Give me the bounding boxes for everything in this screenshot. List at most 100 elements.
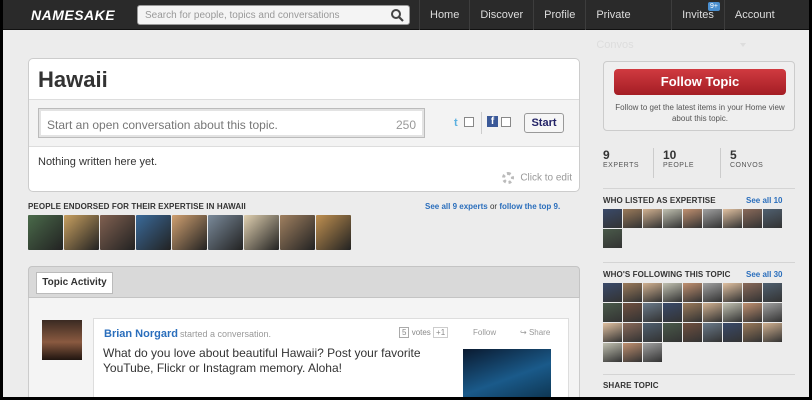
namesake-logo[interactable]: NAMESAKE — [31, 7, 115, 23]
conversation-input[interactable]: Start an open conversation about this to… — [38, 108, 425, 138]
follow-top-link[interactable]: follow the top 9. — [499, 202, 560, 211]
divider — [653, 148, 654, 178]
media-thumbnail[interactable] — [463, 349, 551, 397]
avatar[interactable] — [623, 343, 642, 362]
follow-conversation-button[interactable]: Follow — [473, 328, 496, 337]
share-label: Share — [528, 328, 551, 337]
nav-discover[interactable]: Discover — [469, 0, 533, 30]
avatar[interactable] — [643, 303, 662, 322]
avatar[interactable] — [723, 283, 742, 302]
avatar[interactable] — [643, 209, 662, 228]
avatar[interactable] — [100, 215, 135, 250]
avatar[interactable] — [723, 323, 742, 342]
avatar[interactable] — [763, 323, 782, 342]
avatar[interactable] — [743, 303, 762, 322]
author-link[interactable]: Brian Norgard — [104, 328, 178, 340]
avatar[interactable] — [763, 303, 782, 322]
experts-avatar-row — [28, 215, 351, 250]
start-button[interactable]: Start — [524, 113, 564, 133]
avatar[interactable] — [643, 343, 662, 362]
search-icon[interactable] — [390, 8, 404, 22]
stat-experts-label: EXPERTS — [603, 162, 640, 169]
votes-widget[interactable]: 5 votes +1 — [399, 327, 449, 338]
search-placeholder: Search for people, topics and conversati… — [145, 10, 340, 21]
avatar[interactable] — [683, 283, 702, 302]
avatar[interactable] — [172, 215, 207, 250]
app-window: NAMESAKE Search for people, topics and c… — [3, 0, 809, 397]
avatar[interactable] — [244, 215, 279, 250]
avatar[interactable] — [763, 283, 782, 302]
avatar[interactable] — [683, 323, 702, 342]
experts-heading: PEOPLE ENDORSED FOR THEIR EXPERTISE IN H… — [28, 202, 246, 211]
avatar[interactable] — [603, 283, 622, 302]
avatar[interactable] — [743, 323, 762, 342]
nav-home[interactable]: Home — [419, 0, 469, 30]
avatar[interactable] — [763, 209, 782, 228]
twitter-share-checkbox[interactable] — [464, 117, 474, 127]
share-button[interactable]: ↪ Share — [520, 328, 550, 337]
avatar[interactable] — [208, 215, 243, 250]
avatar[interactable] — [743, 283, 762, 302]
or-text: or — [489, 202, 498, 211]
nav-profile[interactable]: Profile — [533, 0, 585, 30]
nav-account-label: Account — [734, 9, 775, 21]
follow-note: Follow to get the latest items in your H… — [615, 103, 785, 123]
stat-people[interactable]: 10 PEOPLE — [663, 148, 694, 178]
activity-feed: Brian Norgard started a conversation. 5 … — [28, 298, 580, 397]
avatar[interactable] — [603, 303, 622, 322]
avatar[interactable] — [64, 215, 99, 250]
follow-topic-button[interactable]: Follow Topic — [614, 69, 786, 95]
avatar[interactable] — [603, 343, 622, 362]
avatar[interactable] — [703, 283, 722, 302]
avatar[interactable] — [663, 323, 682, 342]
conversation-message: What do you love about beautiful Hawaii?… — [103, 346, 421, 375]
avatar[interactable] — [703, 303, 722, 322]
avatar[interactable] — [663, 209, 682, 228]
avatar[interactable] — [703, 209, 722, 228]
avatar[interactable] — [603, 229, 622, 248]
avatar[interactable] — [683, 303, 702, 322]
nav-private-convos[interactable]: Private Convos — [585, 0, 671, 51]
avatar[interactable] — [643, 283, 662, 302]
avatar[interactable] — [723, 303, 742, 322]
search-input[interactable]: Search for people, topics and conversati… — [137, 5, 410, 25]
avatar[interactable] — [723, 209, 742, 228]
twitter-icon: t — [454, 117, 458, 129]
expertise-see-all-link[interactable]: See all 10 — [746, 196, 782, 205]
avatar[interactable] — [280, 215, 315, 250]
vote-plus-button[interactable]: +1 — [433, 327, 449, 338]
avatar[interactable] — [663, 283, 682, 302]
topic-card: Hawaii Start an open conversation about … — [28, 58, 580, 192]
avatar[interactable] — [743, 209, 762, 228]
nav-account[interactable]: Account — [723, 0, 809, 48]
following-see-all-link[interactable]: See all 30 — [746, 270, 782, 279]
avatar[interactable] — [643, 323, 662, 342]
avatar[interactable] — [623, 323, 642, 342]
avatar[interactable] — [623, 303, 642, 322]
avatar[interactable] — [136, 215, 171, 250]
avatar[interactable] — [683, 209, 702, 228]
avatar[interactable] — [623, 283, 642, 302]
edit-link-label: Click to edit — [520, 172, 572, 184]
avatar[interactable] — [603, 209, 622, 228]
divider — [603, 188, 795, 189]
avatar[interactable] — [623, 209, 642, 228]
action-text: started a conversation. — [180, 329, 272, 339]
nav-invites[interactable]: Invites 9+ — [671, 0, 724, 30]
divider — [481, 112, 482, 134]
avatar[interactable] — [663, 303, 682, 322]
avatar[interactable] — [42, 320, 82, 360]
edit-link[interactable]: Click to edit — [502, 172, 572, 184]
avatar[interactable] — [28, 215, 63, 250]
stat-convos-num: 5 — [730, 148, 737, 162]
avatar[interactable] — [316, 215, 351, 250]
stat-experts[interactable]: 9 EXPERTS — [603, 148, 639, 178]
stat-convos[interactable]: 5 CONVOS — [730, 148, 763, 178]
topic-stats: 9 EXPERTS 10 PEOPLE 5 CONVOS — [603, 148, 795, 178]
see-all-experts-link[interactable]: See all 9 experts — [425, 202, 488, 211]
avatar[interactable] — [603, 323, 622, 342]
facebook-share-checkbox[interactable] — [501, 117, 511, 127]
avatar[interactable] — [703, 323, 722, 342]
activity-tabbar: Topic Activity — [28, 266, 580, 298]
tab-topic-activity[interactable]: Topic Activity — [36, 272, 113, 294]
